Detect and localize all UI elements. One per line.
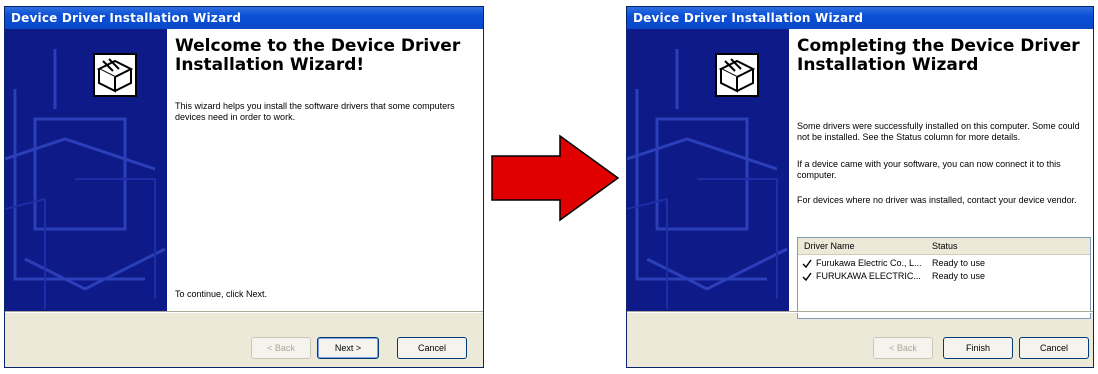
back-button[interactable]: < Back [873, 337, 933, 359]
welcome-wizard-window: Device Driver Installation Wizard Welcom… [4, 6, 484, 368]
wizard-side-panel [5, 29, 167, 311]
wizard-content: Welcome to the Device Driver Installatio… [167, 29, 483, 311]
title-bar[interactable]: Device Driver Installation Wizard [5, 7, 483, 29]
driver-name: FURUKAWA ELECTRIC... [816, 271, 921, 281]
checkmark-icon [802, 259, 812, 269]
window-title: Device Driver Installation Wizard [11, 11, 242, 25]
list-item[interactable]: Furukawa Electric Co., L... Ready to use [798, 258, 1090, 270]
wizard-content: Completing the Device Driver Installatio… [789, 29, 1093, 319]
driver-status: Ready to use [932, 258, 986, 268]
window-title: Device Driver Installation Wizard [633, 11, 864, 25]
right-arrow-icon [491, 134, 620, 222]
welcome-heading: Welcome to the Device Driver Installatio… [175, 36, 461, 75]
cancel-button[interactable]: Cancel [397, 337, 467, 359]
intro-text: This wizard helps you install the softwa… [175, 101, 455, 122]
driver-status: Ready to use [932, 271, 986, 281]
list-header: Driver Name Status [798, 238, 1090, 255]
driver-name: Furukawa Electric Co., L... [816, 258, 922, 268]
continue-text: To continue, click Next. [175, 289, 268, 299]
finish-button[interactable]: Finish [943, 337, 1013, 359]
wizard-side-panel [627, 29, 789, 311]
list-item[interactable]: FURUKAWA ELECTRIC... Ready to use [798, 271, 1090, 283]
status-text: Some drivers were successfully installed… [797, 121, 1080, 142]
next-button[interactable]: Next > [317, 337, 379, 359]
connect-text: If a device came with your software, you… [797, 159, 1061, 180]
column-status[interactable]: Status [932, 241, 958, 251]
column-driver-name[interactable]: Driver Name [804, 241, 855, 251]
vendor-text: For devices where no driver was installe… [797, 195, 1077, 205]
back-button[interactable]: < Back [251, 337, 311, 359]
checkmark-icon [802, 272, 812, 282]
divider [5, 311, 483, 313]
side-panel-art [5, 29, 167, 311]
driver-box-icon [715, 53, 759, 97]
driver-status-list[interactable]: Driver Name Status Furukawa Electric Co.… [797, 237, 1091, 319]
driver-box-icon [93, 53, 137, 97]
title-bar[interactable]: Device Driver Installation Wizard [627, 7, 1093, 29]
side-panel-art [627, 29, 789, 311]
divider [627, 311, 1093, 313]
completing-wizard-window: Device Driver Installation Wizard Comple… [626, 6, 1094, 368]
completing-heading: Completing the Device Driver Installatio… [797, 36, 1080, 75]
cancel-button[interactable]: Cancel [1019, 337, 1089, 359]
